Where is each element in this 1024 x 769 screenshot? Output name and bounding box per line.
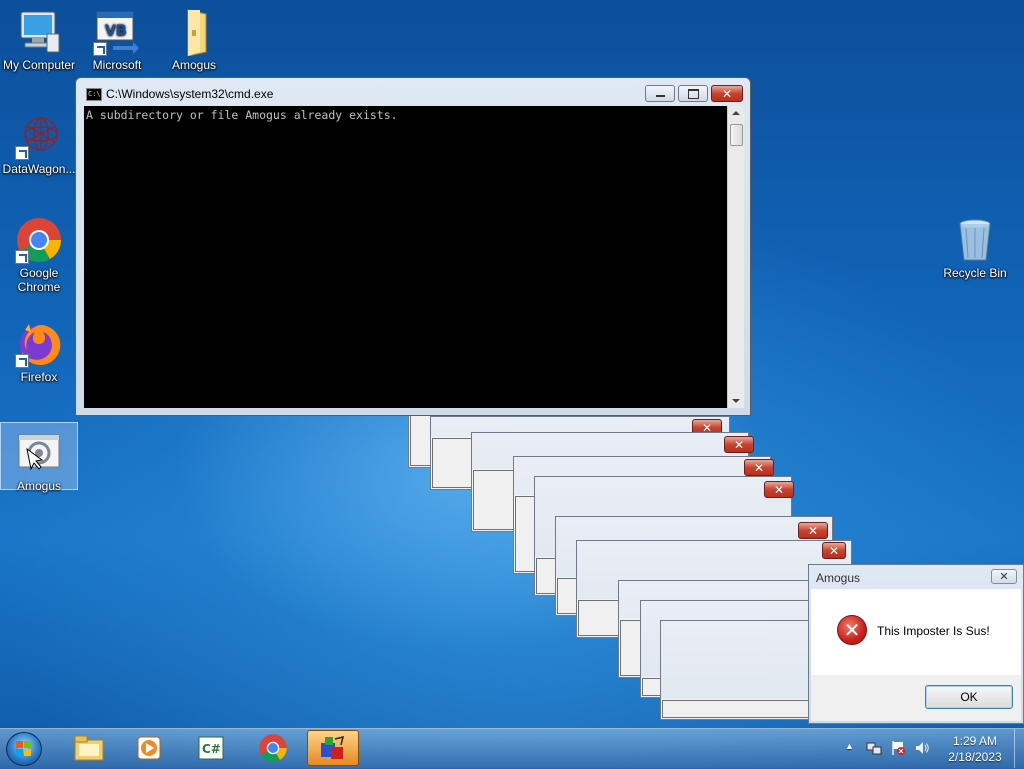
desktop-icon-datawagon[interactable]: DataWagon... xyxy=(1,112,77,176)
volume-icon[interactable] xyxy=(914,740,930,759)
clock-date: 2/18/2023 xyxy=(948,750,1002,764)
desktop-icon-label: Microsoft xyxy=(92,58,142,72)
datawagon-icon xyxy=(15,112,63,160)
error-dialog[interactable]: Amogus ✕ ✕ This Imposter Is Sus! OK xyxy=(808,564,1024,724)
desktop-icon-label: DataWagon... xyxy=(2,162,76,176)
desktop-icon-google-chrome[interactable]: Google Chrome xyxy=(1,216,77,294)
desktop-icon-my-computer[interactable]: My Computer xyxy=(1,8,77,72)
tray-overflow-arrow[interactable]: ▲ xyxy=(845,741,854,751)
shortcut-arrow-icon xyxy=(15,250,29,264)
shortcut-arrow-icon xyxy=(93,42,107,56)
svg-text:VB: VB xyxy=(105,23,127,39)
svg-text:C#: C# xyxy=(202,742,221,756)
dialog-message: This Imposter Is Sus! xyxy=(877,624,990,638)
dialog-close-button[interactable]: ✕ xyxy=(991,569,1017,584)
desktop-icon-label: My Computer xyxy=(2,58,76,72)
start-button[interactable] xyxy=(6,732,42,766)
clock-time: 1:29 AM xyxy=(952,734,998,748)
csharp-icon: C# xyxy=(198,736,224,760)
windows-logo-icon xyxy=(16,741,31,756)
desktop-icon-firefox[interactable]: Firefox xyxy=(1,320,77,384)
desktop-icon-microsoft-vb[interactable]: VB Microsoft xyxy=(79,8,155,72)
desktop-icon-label: Amogus xyxy=(16,479,62,493)
scroll-up-icon[interactable] xyxy=(732,111,740,115)
visual-basic-icon: VB xyxy=(93,8,141,56)
taskbar-file-explorer[interactable] xyxy=(61,730,117,766)
dialog-close-button[interactable]: ✕ xyxy=(798,522,828,539)
file-explorer-icon xyxy=(74,735,104,761)
window-title: C:\Windows\system32\cmd.exe xyxy=(106,87,274,101)
firefox-icon xyxy=(15,320,63,368)
action-center-icon[interactable] xyxy=(890,740,906,759)
cmd-icon: C:\ xyxy=(86,88,102,101)
desktop-icon-label: Amogus xyxy=(171,58,217,72)
minimize-icon xyxy=(656,95,665,97)
desktop-icon-label: Firefox xyxy=(20,370,58,384)
close-icon: ✕ xyxy=(999,571,1009,583)
dialog-close-button[interactable]: ✕ xyxy=(822,542,846,559)
restore-icon xyxy=(688,89,699,99)
taskbar-media-player[interactable] xyxy=(122,730,178,766)
close-button[interactable]: ✕ xyxy=(711,85,743,102)
chrome-icon xyxy=(259,734,287,762)
taskbar-chrome[interactable] xyxy=(245,730,301,766)
vertical-scrollbar[interactable] xyxy=(727,106,744,408)
dialog-body: ✕ This Imposter Is Sus! xyxy=(811,589,1021,675)
desktop-icon-label: Google Chrome xyxy=(17,266,61,294)
chrome-icon xyxy=(15,216,63,264)
amogus-app-icon xyxy=(321,735,345,759)
clock[interactable]: 1:29 AM 2/18/2023 xyxy=(940,733,1010,765)
shortcut-arrow-icon xyxy=(15,354,29,368)
folder-icon xyxy=(170,8,218,57)
desktop-icon-recycle-bin[interactable]: Recycle Bin xyxy=(937,216,1013,280)
dialog-close-button[interactable]: ✕ xyxy=(724,436,754,453)
media-player-icon xyxy=(137,736,161,760)
amogus-app-icon xyxy=(15,429,63,477)
dialog-close-button[interactable]: ✕ xyxy=(764,481,794,498)
cmd-window[interactable]: C:\ C:\Windows\system32\cmd.exe ✕ A subd… xyxy=(75,77,751,416)
desktop-icon-amogus-folder[interactable]: Amogus xyxy=(156,8,232,72)
dialog-title: Amogus xyxy=(816,571,861,585)
computer-icon xyxy=(15,8,63,56)
minimize-button[interactable] xyxy=(645,85,675,102)
maximize-button[interactable] xyxy=(678,85,708,102)
show-desktop-button[interactable] xyxy=(1014,729,1024,768)
shortcut-arrow-icon xyxy=(15,146,29,160)
taskbar-amogus-app[interactable] xyxy=(307,730,359,766)
error-icon: ✕ xyxy=(837,615,867,645)
ok-button[interactable]: OK xyxy=(925,685,1013,709)
scroll-down-icon[interactable] xyxy=(732,399,740,403)
dialog-footer: OK xyxy=(811,675,1021,721)
desktop-icon-label: Recycle Bin xyxy=(943,266,1007,280)
console-output[interactable]: A subdirectory or file Amogus already ex… xyxy=(84,106,727,408)
desktop-icon-amogus-app[interactable]: Amogus xyxy=(0,422,78,493)
dialog-close-button[interactable]: ✕ xyxy=(744,459,774,476)
network-icon[interactable] xyxy=(866,740,882,759)
recycle-bin-icon xyxy=(951,216,999,264)
close-icon: ✕ xyxy=(721,86,733,101)
message-dialog-body xyxy=(662,700,812,718)
scroll-thumb[interactable] xyxy=(730,124,743,146)
taskbar-csharp[interactable]: C# xyxy=(183,730,239,766)
